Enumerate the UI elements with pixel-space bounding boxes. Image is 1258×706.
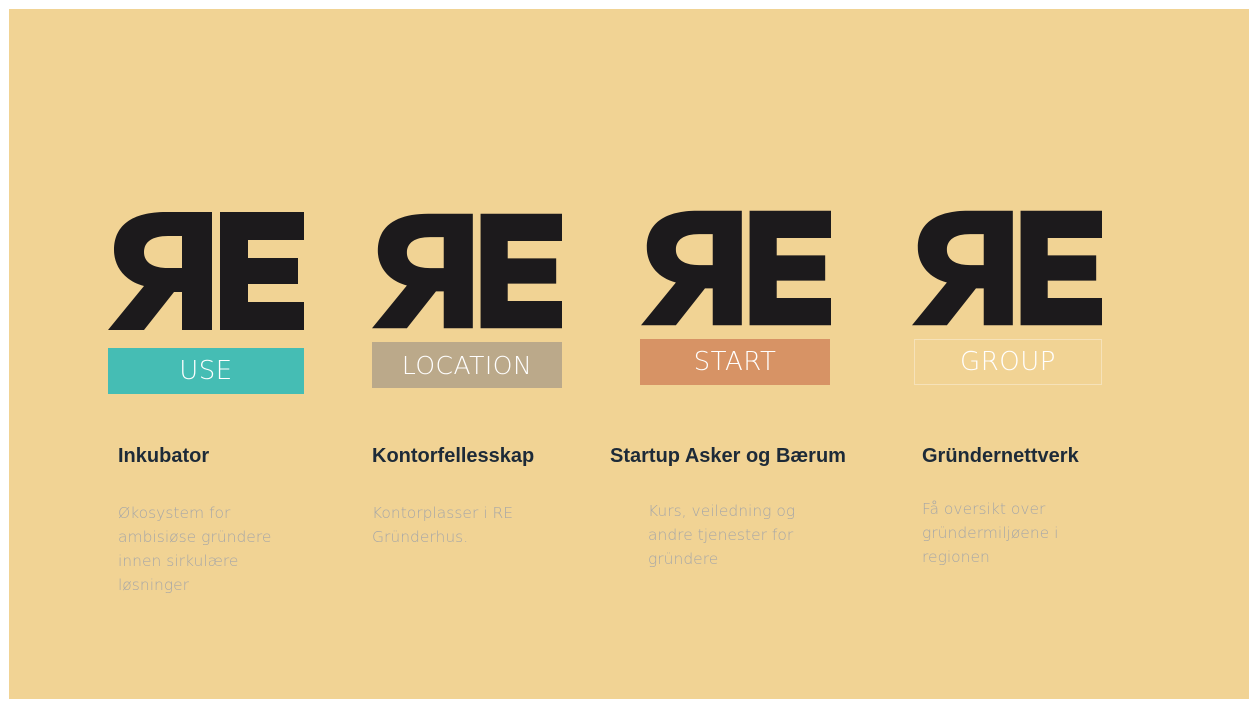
slide: USE Inkubator Økosystem for ambisiøse gr… — [9, 9, 1249, 699]
re-logo-mark — [372, 213, 562, 329]
tag-location: LOCATION — [372, 342, 562, 388]
heading-inkubator: Inkubator — [118, 445, 210, 467]
re-logo-start — [641, 209, 831, 327]
re-logo-location — [372, 212, 562, 330]
tag-use: USE — [108, 348, 304, 394]
tag-group: GROUP — [914, 339, 1102, 385]
re-logo-mark — [641, 210, 831, 326]
column-use: USE Inkubator Økosystem for ambisiøse gr… — [108, 9, 308, 699]
re-logo-use — [108, 212, 304, 330]
heading-grundernettverk: Gründernettverk — [922, 445, 1079, 467]
heading-kontorfellesskap: Kontorfellesskap — [372, 445, 535, 467]
column-start: START Startup Asker og Bærum Kurs, veile… — [609, 9, 889, 699]
re-logo-mark — [912, 210, 1102, 326]
heading-startup: Startup Asker og Bærum — [610, 445, 846, 467]
tag-start: START — [640, 339, 830, 385]
description-inkubator: Økosystem for ambisiøse gründere innen s… — [118, 504, 272, 594]
column-location: LOCATION Kontorfellesskap Kontorplasser … — [372, 9, 592, 699]
re-logo-mark — [108, 212, 304, 330]
description-kontorfellesskap: Kontorplasser i RE Gründerhus. — [372, 504, 514, 546]
description-startup: Kurs, veiledning og andre tjenester for … — [648, 502, 796, 568]
re-logo-group — [912, 209, 1102, 327]
column-group: GROUP Gründernettverk Få oversikt over g… — [912, 9, 1152, 699]
description-grundernettverk: Få oversikt over gründermiljøene i regio… — [922, 500, 1059, 566]
